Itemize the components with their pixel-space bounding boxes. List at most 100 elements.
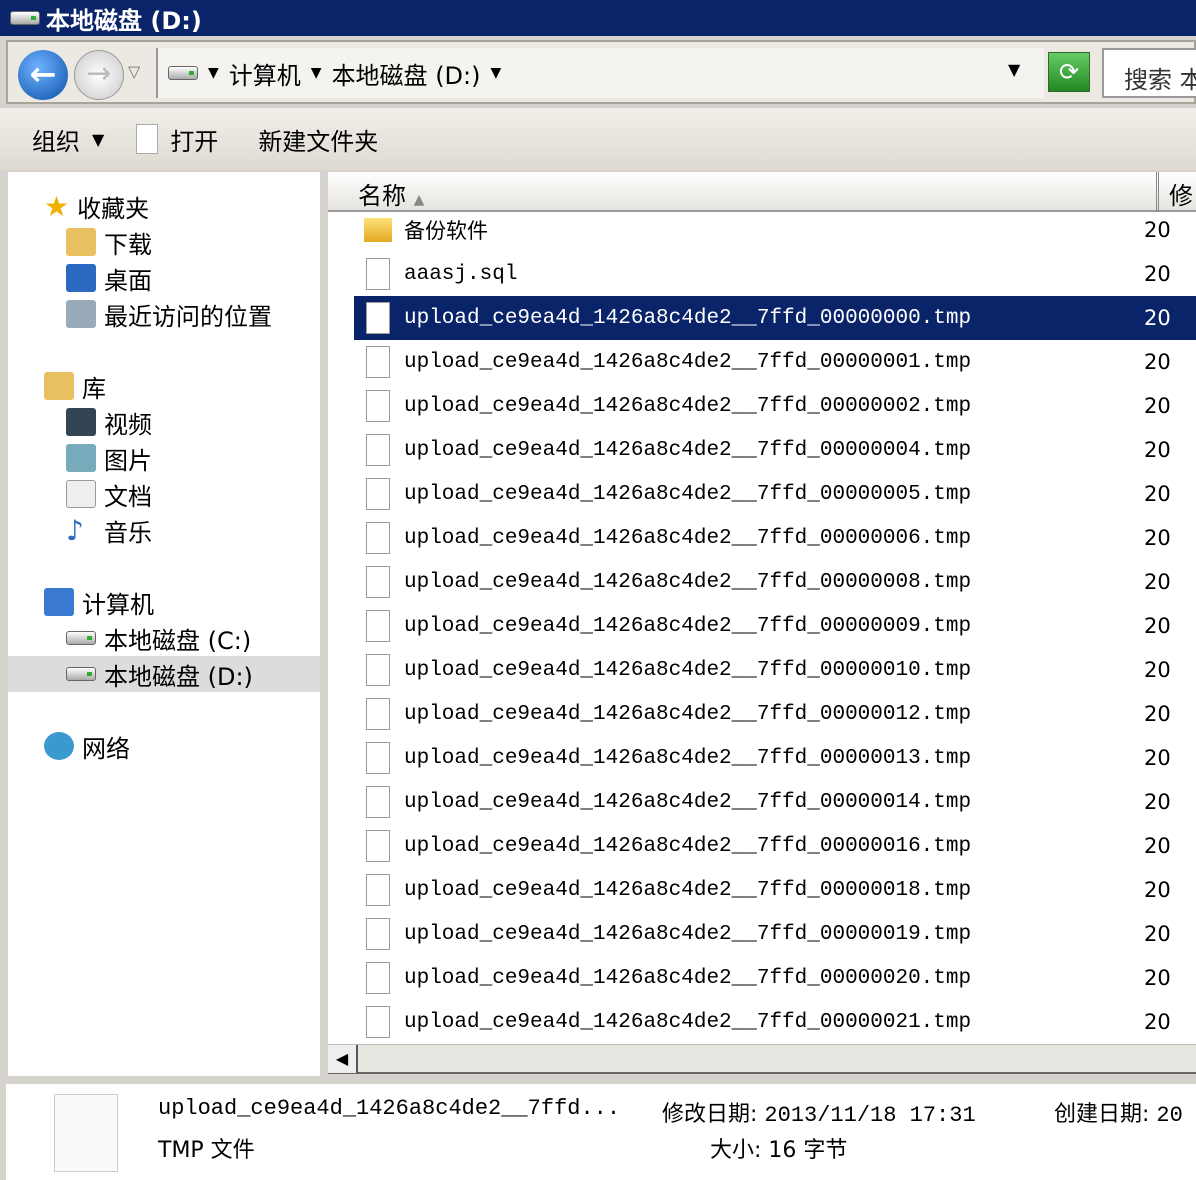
column-header-modified[interactable]: 修: [1156, 172, 1193, 212]
breadcrumb[interactable]: ▼ 计算机 ▼ 本地磁盘 (D:) ▼: [156, 48, 1044, 98]
nav-downloads[interactable]: 下载: [66, 224, 152, 260]
file-row[interactable]: upload_ce9ea4d_1426a8c4de2__7ffd_0000001…: [354, 824, 1196, 868]
music-icon: ♪: [66, 513, 84, 547]
file-modified: 20: [1144, 702, 1171, 726]
file-modified: 20: [1144, 526, 1171, 550]
desktop-icon: [66, 264, 96, 292]
nav-videos[interactable]: 视频: [66, 404, 152, 440]
file-name: upload_ce9ea4d_1426a8c4de2__7ffd_0000000…: [404, 438, 972, 462]
nav-drive-d[interactable]: 本地磁盘 (D:): [66, 656, 253, 692]
breadcrumb-drive-d[interactable]: 本地磁盘 (D:): [332, 56, 481, 91]
nav-favorites[interactable]: ★ 收藏夹: [44, 188, 149, 224]
details-filename: upload_ce9ea4d_1426a8c4de2__7ffd...: [158, 1096, 621, 1121]
sort-ascending-icon: ▲: [413, 192, 425, 208]
address-dropdown-icon[interactable]: ▼: [1008, 60, 1020, 79]
file-row[interactable]: aaasj.sql 20: [354, 252, 1196, 296]
file-list: 名称 ▲ 修 备份软件 20 aaasj.sql 20 upload_ce9ea4d_1…: [328, 172, 1196, 1044]
file-icon: [366, 786, 390, 818]
chevron-down-icon[interactable]: ▼: [311, 65, 322, 81]
file-name: upload_ce9ea4d_1426a8c4de2__7ffd_0000001…: [404, 746, 972, 770]
file-icon: [366, 566, 390, 598]
new-folder-button[interactable]: 新建文件夹: [258, 122, 378, 157]
search-input[interactable]: 搜索 本: [1102, 48, 1196, 98]
file-name: upload_ce9ea4d_1426a8c4de2__7ffd_0000000…: [404, 482, 972, 506]
column-header-name[interactable]: 名称 ▲: [358, 176, 424, 211]
forward-button[interactable]: →: [74, 50, 124, 100]
list-header: 名称 ▲ 修: [328, 172, 1196, 212]
file-icon: [366, 698, 390, 730]
nav-libraries[interactable]: 库: [44, 368, 106, 404]
file-icon: [366, 390, 390, 422]
folder-icon: [364, 218, 392, 242]
file-icon: [366, 962, 390, 994]
file-modified: 20: [1144, 878, 1171, 902]
file-name: 备份软件: [404, 222, 488, 245]
refresh-button[interactable]: ⟳: [1048, 52, 1090, 92]
file-name: upload_ce9ea4d_1426a8c4de2__7ffd_0000002…: [404, 966, 972, 990]
back-button[interactable]: ←: [18, 50, 68, 100]
nav-music[interactable]: ♪ 音乐: [66, 512, 152, 548]
file-name: upload_ce9ea4d_1426a8c4de2__7ffd_0000000…: [404, 394, 972, 418]
file-icon: [366, 522, 390, 554]
file-row[interactable]: upload_ce9ea4d_1426a8c4de2__7ffd_0000000…: [354, 296, 1196, 340]
chevron-down-icon[interactable]: ▼: [490, 65, 501, 81]
nav-computer[interactable]: 计算机: [44, 584, 154, 620]
open-button[interactable]: 打开: [170, 122, 218, 157]
file-name: aaasj.sql: [404, 262, 518, 286]
drive-icon: [10, 11, 40, 25]
file-icon: [366, 742, 390, 774]
file-row[interactable]: upload_ce9ea4d_1426a8c4de2__7ffd_0000000…: [354, 428, 1196, 472]
breadcrumb-computer[interactable]: 计算机: [229, 56, 301, 91]
file-icon: [366, 258, 390, 290]
file-row[interactable]: upload_ce9ea4d_1426a8c4de2__7ffd_0000001…: [354, 736, 1196, 780]
nav-documents[interactable]: 文档: [66, 476, 152, 512]
network-icon: [44, 732, 74, 760]
file-name: upload_ce9ea4d_1426a8c4de2__7ffd_0000001…: [404, 834, 972, 858]
file-row[interactable]: upload_ce9ea4d_1426a8c4de2__7ffd_0000001…: [354, 868, 1196, 912]
file-name: upload_ce9ea4d_1426a8c4de2__7ffd_0000000…: [404, 570, 972, 594]
file-modified: 20: [1144, 350, 1171, 374]
file-modified: 20: [1144, 922, 1171, 946]
downloads-icon: [66, 228, 96, 256]
scroll-left-button[interactable]: ◀: [328, 1045, 358, 1073]
chevron-down-icon[interactable]: ▼: [92, 130, 104, 149]
details-created: 创建日期: 20: [1054, 1102, 1183, 1128]
file-modified: 20: [1144, 658, 1171, 682]
file-icon: [366, 434, 390, 466]
drive-icon: [66, 631, 96, 645]
file-icon: [366, 478, 390, 510]
file-name: upload_ce9ea4d_1426a8c4de2__7ffd_0000000…: [404, 306, 972, 330]
nav-pictures[interactable]: 图片: [66, 440, 152, 476]
file-row[interactable]: upload_ce9ea4d_1426a8c4de2__7ffd_0000001…: [354, 780, 1196, 824]
file-modified: 20: [1144, 394, 1171, 418]
organize-button[interactable]: 组织: [32, 122, 80, 157]
nav-desktop[interactable]: 桌面: [66, 260, 152, 296]
file-name: upload_ce9ea4d_1426a8c4de2__7ffd_0000001…: [404, 702, 972, 726]
file-row[interactable]: upload_ce9ea4d_1426a8c4de2__7ffd_0000001…: [354, 692, 1196, 736]
file-name: upload_ce9ea4d_1426a8c4de2__7ffd_0000000…: [404, 350, 972, 374]
file-row[interactable]: upload_ce9ea4d_1426a8c4de2__7ffd_0000000…: [354, 472, 1196, 516]
nav-drive-c[interactable]: 本地磁盘 (C:): [66, 620, 251, 656]
file-row[interactable]: 备份软件 20: [354, 208, 1196, 252]
file-modified: 20: [1144, 438, 1171, 462]
file-row[interactable]: upload_ce9ea4d_1426a8c4de2__7ffd_0000000…: [354, 560, 1196, 604]
horizontal-scrollbar[interactable]: ◀: [328, 1044, 1196, 1074]
drive-icon: [168, 66, 198, 80]
details-type: TMP 文件: [158, 1138, 255, 1163]
file-name: upload_ce9ea4d_1426a8c4de2__7ffd_0000001…: [404, 878, 972, 902]
file-row[interactable]: upload_ce9ea4d_1426a8c4de2__7ffd_0000001…: [354, 912, 1196, 956]
file-row[interactable]: upload_ce9ea4d_1426a8c4de2__7ffd_0000001…: [354, 648, 1196, 692]
file-row[interactable]: upload_ce9ea4d_1426a8c4de2__7ffd_0000000…: [354, 516, 1196, 560]
nav-network[interactable]: 网络: [44, 728, 130, 764]
file-icon: [366, 302, 390, 334]
file-row[interactable]: upload_ce9ea4d_1426a8c4de2__7ffd_0000002…: [354, 956, 1196, 1000]
history-dropdown-icon[interactable]: ▽: [128, 62, 140, 81]
file-row[interactable]: upload_ce9ea4d_1426a8c4de2__7ffd_0000000…: [354, 384, 1196, 428]
chevron-down-icon[interactable]: ▼: [208, 65, 219, 81]
nav-recent[interactable]: 最近访问的位置: [66, 296, 272, 332]
file-name: upload_ce9ea4d_1426a8c4de2__7ffd_0000001…: [404, 790, 972, 814]
file-row[interactable]: upload_ce9ea4d_1426a8c4de2__7ffd_0000000…: [354, 604, 1196, 648]
file-row[interactable]: upload_ce9ea4d_1426a8c4de2__7ffd_0000002…: [354, 1000, 1196, 1044]
file-row[interactable]: upload_ce9ea4d_1426a8c4de2__7ffd_0000000…: [354, 340, 1196, 384]
file-modified: 20: [1144, 570, 1171, 594]
